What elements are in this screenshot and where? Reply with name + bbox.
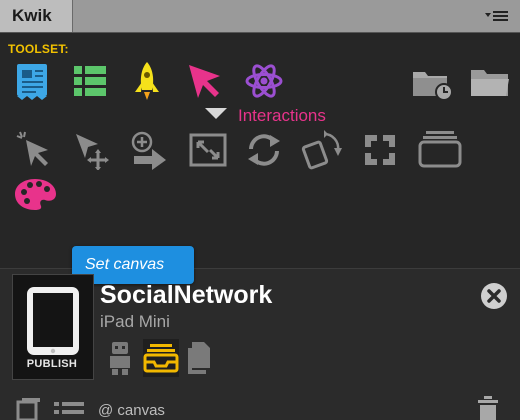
folder-icon[interactable] bbox=[468, 66, 512, 100]
expand-icon[interactable] bbox=[362, 132, 398, 168]
project-device: iPad Mini bbox=[100, 312, 170, 331]
toolset-label: TOOLSET: bbox=[8, 42, 69, 56]
robot-icon[interactable] bbox=[106, 340, 134, 376]
copy-icon[interactable] bbox=[186, 340, 214, 376]
trash-icon[interactable] bbox=[476, 396, 500, 420]
tray-icon[interactable] bbox=[142, 338, 180, 378]
publish-label: PUBLISH bbox=[26, 358, 78, 370]
hover-arrow-indicator bbox=[205, 108, 227, 119]
document-icon[interactable] bbox=[14, 62, 50, 100]
move-pointer-icon[interactable] bbox=[72, 130, 112, 170]
refresh-icon[interactable] bbox=[244, 132, 284, 168]
select-pointer-icon[interactable] bbox=[14, 130, 54, 170]
atom-icon[interactable] bbox=[244, 62, 284, 100]
rotate-icon[interactable] bbox=[300, 128, 344, 172]
palette-icon[interactable] bbox=[12, 176, 58, 212]
panel-tab-label: Kwik bbox=[12, 6, 52, 25]
rocket-icon[interactable] bbox=[130, 60, 164, 102]
close-circle-icon[interactable] bbox=[480, 282, 508, 310]
list-icon[interactable] bbox=[72, 64, 108, 98]
folder-clock-icon[interactable] bbox=[410, 66, 454, 102]
ipad-icon bbox=[27, 287, 79, 355]
panel-tab-kwik[interactable]: Kwik bbox=[0, 0, 73, 32]
add-pointer-icon[interactable] bbox=[128, 130, 172, 170]
pointer-icon[interactable] bbox=[186, 62, 226, 102]
window-icon[interactable] bbox=[418, 130, 462, 168]
footer-list-icon[interactable] bbox=[54, 400, 86, 420]
panel-menu-icon[interactable] bbox=[484, 6, 510, 26]
canvas-label: @ canvas bbox=[98, 402, 165, 419]
panel-tab-bar: Kwik bbox=[0, 0, 520, 33]
interactions-hover-label: Interactions bbox=[238, 106, 326, 125]
pages-icon[interactable] bbox=[16, 398, 42, 420]
tooltip-text: Set canvas bbox=[85, 256, 165, 273]
resize-icon[interactable] bbox=[188, 132, 228, 168]
project-name: SocialNetwork bbox=[100, 281, 273, 309]
